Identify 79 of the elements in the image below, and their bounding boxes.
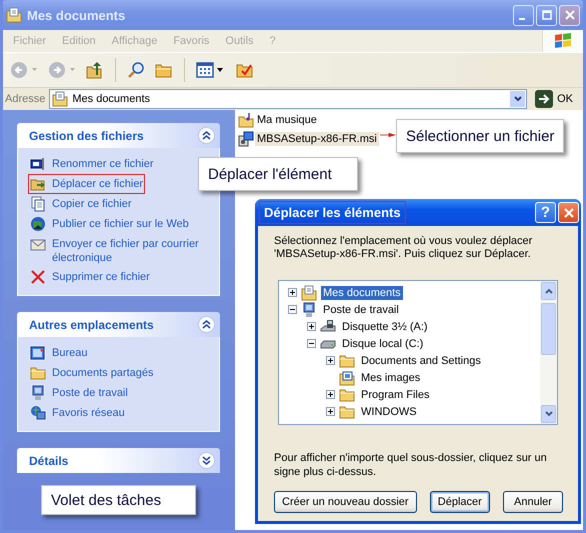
pictures-folder-icon [339, 370, 355, 386]
task-link[interactable]: Bureau [52, 345, 88, 360]
window-title: Mes documents [27, 8, 126, 22]
expand-icon[interactable] [288, 288, 297, 297]
dialog-prompt: Sélectionnez l'emplacement où vous voulez déplacer 'MBSASetup-x86-FR.msi'. Puis cliquez sur Déplacer. [274, 235, 534, 261]
folder-note-icon [238, 112, 254, 128]
close-icon [564, 10, 574, 20]
maximize-icon [542, 10, 552, 20]
documents-folder-icon [301, 284, 317, 300]
close-icon [562, 206, 574, 218]
pane-header[interactable]: Détails [17, 448, 220, 473]
tree-item[interactable]: WINDOWS [359, 404, 419, 418]
documents-folder-icon [6, 7, 22, 23]
computer-icon [301, 302, 317, 318]
callout: Déplacer l'élément [198, 157, 358, 191]
task-link[interactable]: Documents partagés [52, 365, 154, 380]
computer-icon [30, 385, 46, 401]
pane-header[interactable]: Gestion des fichiers [17, 123, 220, 148]
task-link[interactable]: Supprimer ce fichier [52, 269, 150, 284]
task-link[interactable]: Poste de travail [52, 385, 128, 400]
task-link[interactable]: Déplacer ce fichier [52, 176, 144, 191]
dropdown-icon[interactable] [510, 91, 526, 107]
pointer-arrow [380, 131, 396, 139]
collapse-icon[interactable] [307, 339, 316, 348]
help-button[interactable]: ? [535, 202, 556, 223]
address-label: Adresse [5, 93, 46, 105]
minimize-button[interactable] [513, 4, 534, 26]
floppy-drive-icon [320, 318, 336, 334]
address-field[interactable]: Mes documents [49, 89, 528, 109]
collapse-icon[interactable] [198, 316, 215, 333]
tree-item[interactable]: Disque local (C:) [340, 336, 426, 350]
globe-icon [30, 216, 46, 232]
expand-icon[interactable] [326, 407, 335, 416]
close-button[interactable] [559, 4, 580, 26]
maximize-button[interactable] [536, 4, 557, 26]
folder-icon [339, 386, 355, 402]
callout: Volet des tâches [41, 485, 196, 515]
tree-item[interactable]: Poste de travail [321, 302, 401, 316]
minimize-icon [518, 18, 524, 20]
file-item[interactable]: Ma musique [255, 113, 319, 127]
tree-item[interactable]: Mes images [359, 370, 422, 384]
dialog-hint: Pour afficher n'importe quel sous-dossier, cliquez sur un signe plus ci-dessus. [274, 451, 548, 479]
task-link[interactable]: Publier ce fichier sur le Web [52, 216, 189, 231]
scroll-up-icon[interactable] [544, 286, 554, 296]
task-link[interactable]: Renommer ce fichier [52, 156, 154, 171]
expand-icon[interactable] [307, 322, 316, 331]
folder-icon [339, 404, 355, 420]
cross-icon [30, 269, 46, 285]
callout: Sélectionner un fichier [396, 119, 564, 153]
desktop-icon [30, 345, 46, 361]
collapse-icon[interactable] [198, 127, 215, 144]
expand-icon[interactable] [326, 356, 335, 365]
scroll-down-icon[interactable] [544, 409, 554, 419]
dialog-button[interactable]: Déplacer [430, 491, 490, 513]
dialog-title: Déplacer les éléments [259, 201, 406, 224]
collapse-icon[interactable] [288, 305, 297, 314]
tree-item[interactable]: Disquette 3½ (A:) [340, 320, 430, 334]
tree-item[interactable]: Documents and Settings [359, 354, 483, 368]
tree-item[interactable]: Mes documents [321, 286, 403, 300]
document-icon [30, 196, 46, 212]
rename-icon [30, 156, 46, 172]
folder-icon [30, 365, 46, 381]
task-link[interactable]: Envoyer ce fichier par courrier électronique [52, 236, 209, 265]
flag-icon [553, 32, 573, 50]
dialog-button[interactable]: Créer un nouveau dossier [274, 491, 417, 513]
file-item[interactable]: MBSASetup-x86-FR.msi [255, 132, 379, 146]
folder-icon [339, 352, 355, 368]
network-icon [30, 405, 46, 421]
dialog-button[interactable]: Annuler [502, 491, 563, 513]
scrollbar[interactable] [540, 281, 557, 424]
tree-item[interactable]: Program Files [359, 388, 432, 402]
expand-icon[interactable] [198, 452, 215, 469]
pane-header[interactable]: Autres emplacements [17, 312, 220, 337]
go-button[interactable]: OK [531, 90, 581, 108]
task-link[interactable]: Copier ce fichier [52, 196, 132, 211]
documents-folder-icon [52, 91, 68, 107]
installer-icon [238, 131, 254, 147]
expand-icon[interactable] [326, 390, 335, 399]
task-link[interactable]: Favoris réseau [52, 405, 125, 420]
